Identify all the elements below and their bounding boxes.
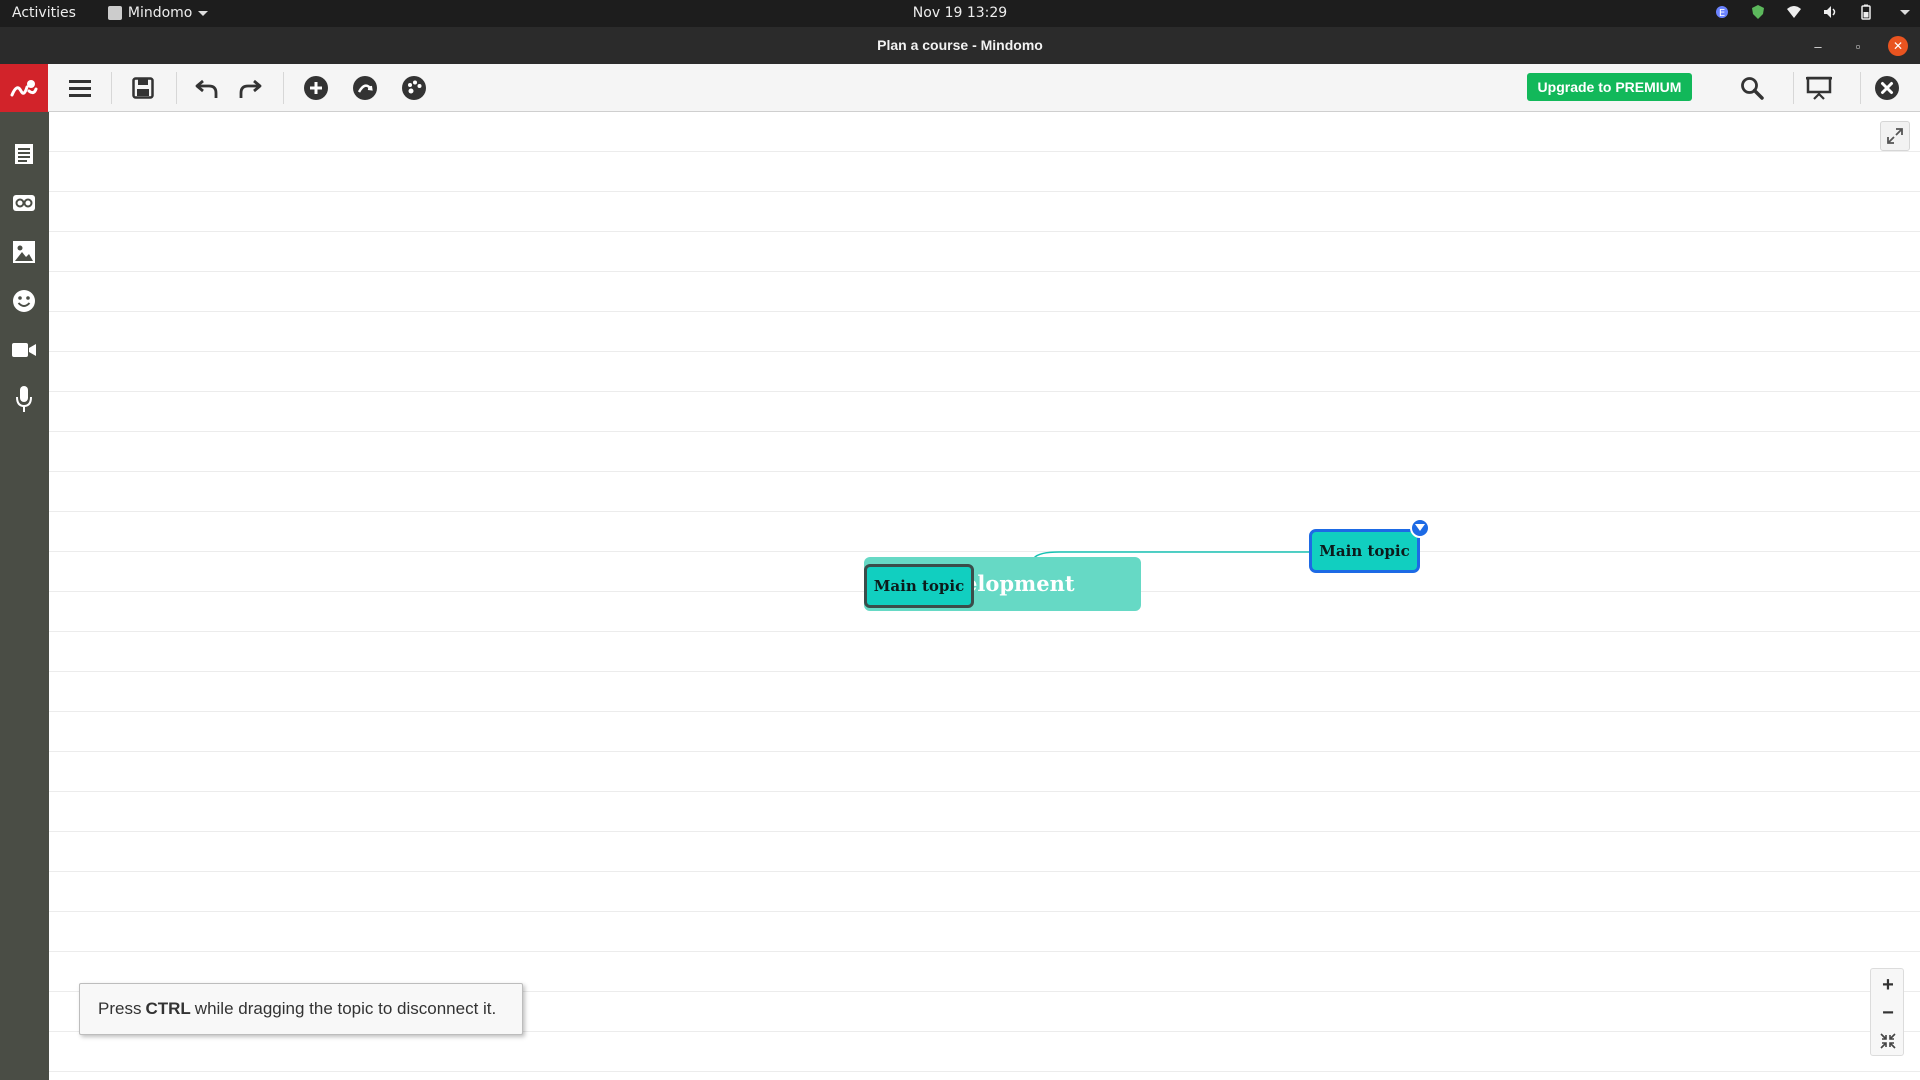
plus-circle-icon bbox=[304, 76, 328, 100]
close-window-button[interactable]: ✕ bbox=[1888, 36, 1908, 56]
toolbar-divider bbox=[1860, 72, 1861, 104]
expand-icon bbox=[1887, 128, 1903, 144]
save-icon bbox=[132, 77, 154, 99]
theme-button[interactable] bbox=[400, 74, 428, 102]
shield-icon[interactable] bbox=[1750, 4, 1766, 20]
palette-icon bbox=[402, 76, 426, 100]
svg-text:E: E bbox=[1719, 8, 1725, 19]
microphone-icon bbox=[16, 386, 32, 412]
app-menu-label: Mindomo bbox=[127, 5, 193, 21]
mindmap-canvas[interactable]: elopment Main topic Main topic Press CTR… bbox=[49, 112, 1920, 1080]
notes-button[interactable] bbox=[12, 142, 36, 166]
add-topic-button[interactable] bbox=[302, 74, 330, 102]
app-toolbar: Upgrade to PREMIUM bbox=[0, 64, 1920, 112]
link-button[interactable] bbox=[12, 191, 36, 215]
mindomo-app-icon bbox=[107, 6, 122, 20]
fullscreen-button[interactable] bbox=[1880, 121, 1910, 151]
toolbar-divider bbox=[176, 72, 177, 104]
redo-icon bbox=[239, 79, 262, 98]
menu-icon bbox=[69, 80, 91, 97]
image-icon bbox=[13, 241, 35, 263]
minimize-icon[interactable]: – bbox=[1808, 36, 1828, 56]
video-camera-icon bbox=[12, 343, 36, 357]
relationship-icon bbox=[353, 76, 377, 100]
presentation-button[interactable] bbox=[1805, 74, 1833, 102]
presentation-icon bbox=[1806, 76, 1832, 100]
zoom-controls: + − bbox=[1870, 968, 1904, 1056]
triangle-down-icon bbox=[1415, 524, 1425, 531]
wifi-icon[interactable] bbox=[1786, 4, 1802, 20]
icon-button[interactable] bbox=[12, 289, 36, 313]
main-topic-selected[interactable]: Main topic bbox=[1309, 529, 1420, 573]
system-top-bar: Activities Mindomo Nov 19 13:29 E bbox=[0, 0, 1920, 27]
image-button[interactable] bbox=[12, 240, 36, 264]
chevron-down-icon[interactable] bbox=[1900, 9, 1910, 15]
toolbar-divider bbox=[283, 72, 284, 104]
zoom-out-button[interactable]: − bbox=[1871, 999, 1905, 1027]
window-title: Plan a course - Mindomo bbox=[877, 37, 1043, 53]
window-title-bar: Plan a course - Mindomo – ▫ ✕ bbox=[0, 27, 1920, 64]
accessibility-icon[interactable]: E bbox=[1714, 4, 1730, 20]
upgrade-premium-button[interactable]: Upgrade to PREMIUM bbox=[1527, 73, 1692, 101]
activities-button[interactable]: Activities bbox=[12, 5, 76, 21]
search-icon bbox=[1741, 77, 1764, 100]
hint-key: CTRL bbox=[145, 999, 191, 1018]
close-map-button[interactable] bbox=[1873, 74, 1901, 102]
hamburger-menu-button[interactable] bbox=[66, 74, 94, 102]
smiley-icon bbox=[13, 290, 35, 312]
app-menu[interactable]: Mindomo bbox=[107, 5, 209, 21]
save-button[interactable] bbox=[129, 74, 157, 102]
search-button[interactable] bbox=[1738, 74, 1766, 102]
chevron-down-icon bbox=[198, 10, 209, 16]
collapse-toggle[interactable] bbox=[1410, 518, 1430, 538]
mindomo-logo[interactable] bbox=[0, 64, 48, 112]
audio-button[interactable] bbox=[12, 386, 36, 412]
clock[interactable]: Nov 19 13:29 bbox=[913, 5, 1007, 21]
main-topic-dragging[interactable]: Main topic bbox=[864, 564, 974, 608]
collapse-arrows-icon bbox=[1880, 1033, 1896, 1049]
drag-hint-tooltip: Press CTRL while dragging the topic to d… bbox=[79, 983, 523, 1035]
redo-button[interactable] bbox=[236, 74, 264, 102]
restore-icon[interactable]: ▫ bbox=[1848, 36, 1868, 56]
video-button[interactable] bbox=[12, 338, 36, 362]
toolbar-divider bbox=[1793, 72, 1794, 104]
undo-icon bbox=[195, 79, 218, 98]
notes-icon bbox=[15, 144, 33, 164]
close-circle-icon bbox=[1875, 76, 1899, 100]
hint-text-before: Press bbox=[98, 999, 142, 1018]
hint-text-after: while dragging the topic to disconnect i… bbox=[194, 999, 497, 1018]
zoom-in-button[interactable]: + bbox=[1871, 971, 1905, 999]
undo-button[interactable] bbox=[193, 74, 221, 102]
battery-icon[interactable] bbox=[1858, 4, 1874, 20]
system-bar-left: Activities Mindomo bbox=[12, 5, 209, 21]
mindomo-logo-icon bbox=[10, 80, 38, 97]
toolbar-divider bbox=[111, 72, 112, 104]
insert-sidebar bbox=[0, 112, 49, 1080]
volume-icon[interactable] bbox=[1822, 4, 1838, 20]
system-tray: E bbox=[1714, 4, 1910, 20]
fit-to-screen-button[interactable] bbox=[1871, 1027, 1905, 1055]
window-controls: – ▫ ✕ bbox=[1808, 36, 1908, 56]
relationship-button[interactable] bbox=[351, 74, 379, 102]
link-icon bbox=[13, 195, 35, 211]
